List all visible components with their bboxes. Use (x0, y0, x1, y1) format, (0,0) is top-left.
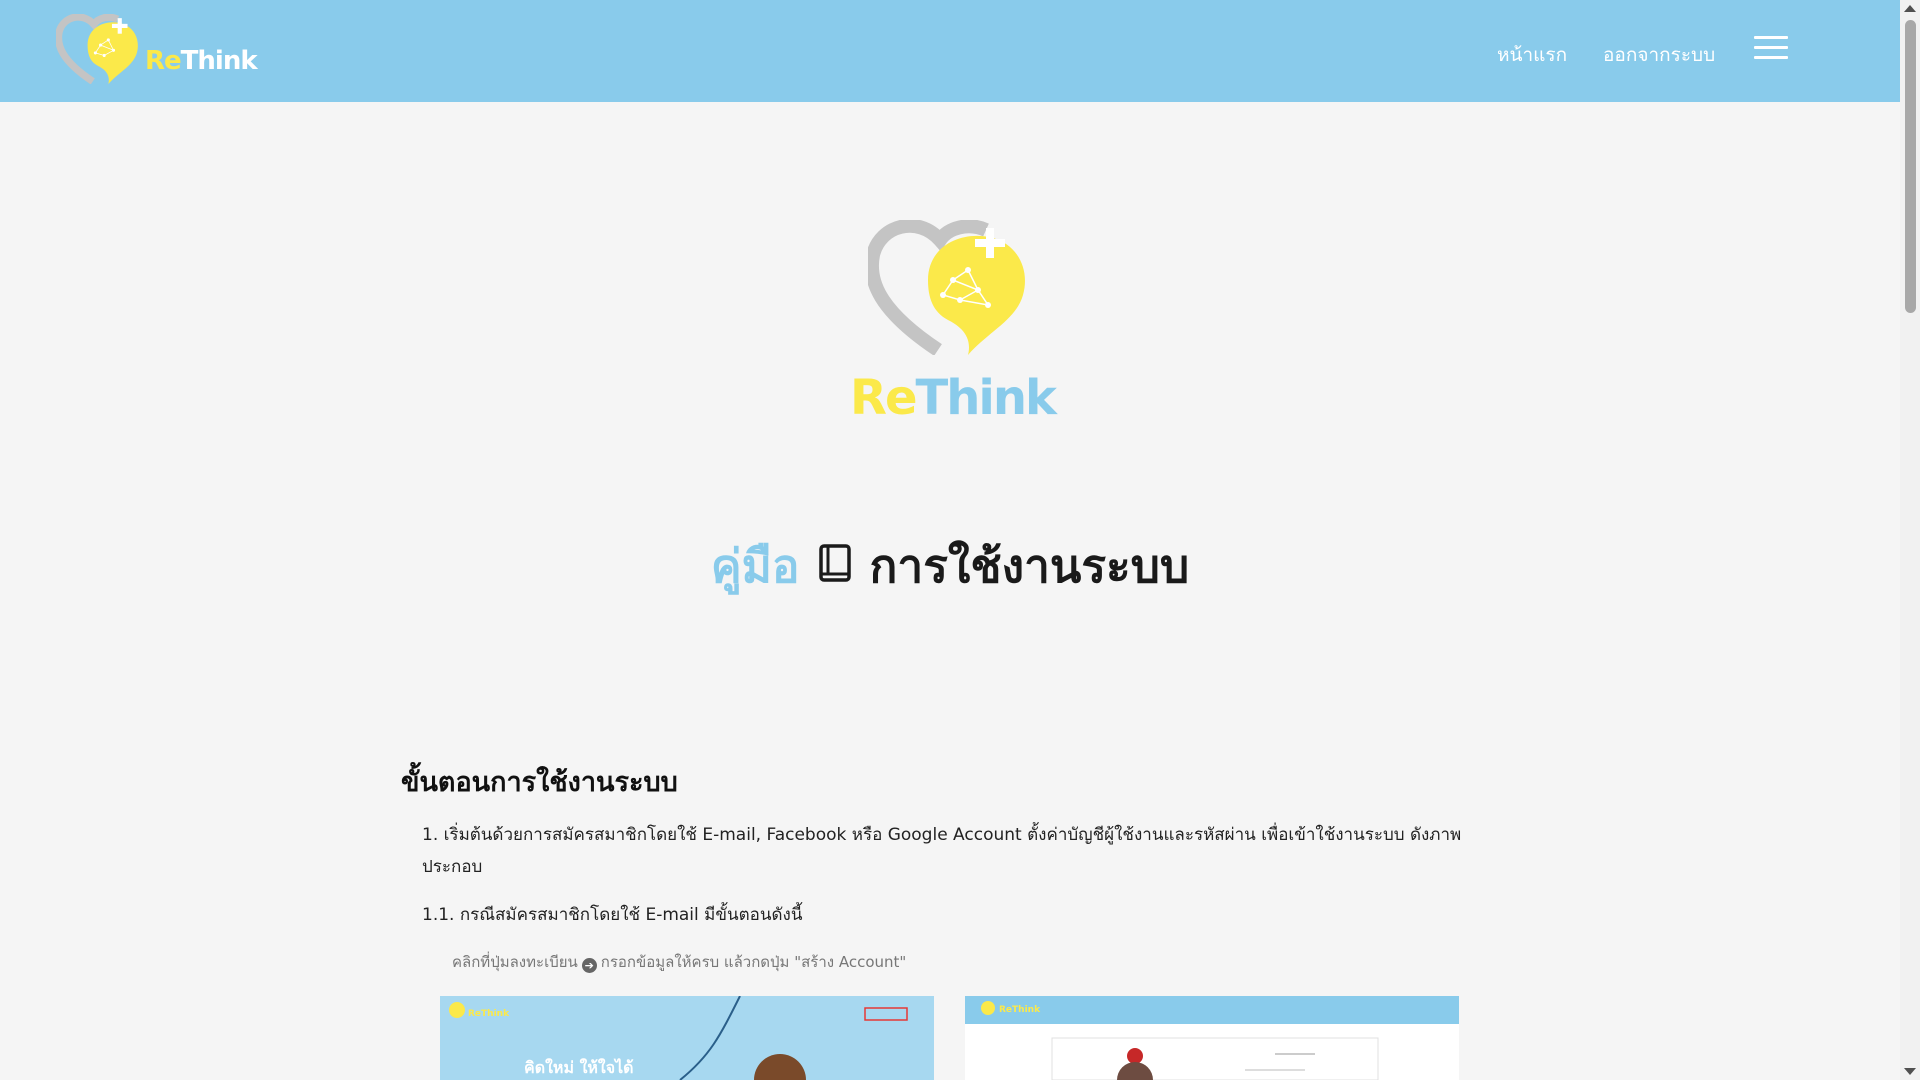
caption-part1: คลิกที่ปุ่มลงทะเบียน (452, 953, 578, 971)
steps-heading: ขั้นตอนการใช้งานระบบ (401, 767, 678, 798)
rethink-hero-logo-icon (868, 220, 1025, 355)
brand-name-think: Think (180, 46, 258, 76)
top-navbar: ReThink หน้าแรก ออกจากระบบ (0, 0, 1900, 102)
hero-brand-re: Re (850, 370, 918, 426)
rethink-logo-icon (56, 14, 138, 84)
step-caption: คลิกที่ปุ่มลงทะเบียน ➔ กรอกข้อมูลให้ครบ แล… (452, 950, 906, 974)
screenshot-1-banner: คิดใหม่ ให้ใจได้ (524, 1058, 634, 1077)
scroll-up-arrow-icon[interactable] (1904, 5, 1916, 12)
hero-brand-think: Think (915, 370, 1057, 426)
page-title-part2: การใช้งานระบบ (869, 539, 1190, 593)
hamburger-menu-icon[interactable] (1754, 36, 1788, 60)
page-title-part1: คู่มือ (710, 539, 800, 593)
nav-logo[interactable]: ReThink (0, 0, 260, 102)
hero-logo-text: ReThink (850, 370, 1057, 426)
nav-logout-link[interactable]: ออกจากระบบ (1603, 40, 1715, 70)
brand-name-re: Re (145, 46, 182, 76)
caption-part2: กรอกข้อมูลให้ครบ แล้วกดปุ่ม "สร้าง Accou… (600, 953, 907, 971)
arrow-right-circle-icon: ➔ (581, 958, 597, 973)
page-title: คู่มือ การใช้งานระบบ (0, 530, 1900, 603)
screenshot-1-illustration (440, 996, 934, 1080)
scroll-down-arrow-icon[interactable] (1904, 1068, 1916, 1075)
nav-home-link[interactable]: หน้าแรก (1497, 40, 1567, 70)
screenshot-register-form: ReThink (965, 996, 1459, 1080)
scrollbar-thumb[interactable] (1905, 20, 1916, 313)
step-1-text: 1. เริ่มต้นด้วยการสมัครสมาชิกโดยใช้ E-ma… (422, 825, 1462, 877)
step-1-1-text: 1.1. กรณีสมัครสมาชิกโดยใช้ E-mail มีขั้น… (422, 905, 803, 925)
screenshot-register-home: ReThink คิดใหม่ ให้ใจได้ (440, 996, 934, 1080)
book-icon (818, 544, 851, 582)
nav-logo-text: ReThink (145, 46, 258, 76)
page-scrollbar[interactable] (1900, 0, 1920, 1080)
